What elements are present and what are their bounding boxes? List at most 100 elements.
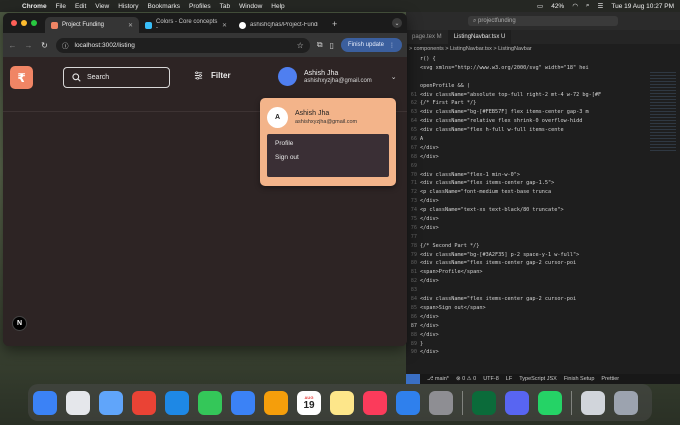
- eol[interactable]: LF: [506, 376, 512, 382]
- language-mode[interactable]: TypeScript JSX: [519, 376, 557, 382]
- code-line[interactable]: 82 </div>: [406, 278, 680, 287]
- code-line[interactable]: openProfile && (: [406, 83, 680, 92]
- reload-button[interactable]: ↻: [40, 41, 49, 50]
- code-line[interactable]: 66 A: [406, 136, 680, 145]
- battery-icon[interactable]: ▭: [537, 2, 543, 10]
- close-window-button[interactable]: [11, 20, 17, 26]
- git-branch[interactable]: ⎇ main*: [427, 376, 449, 382]
- dock-calendar-icon[interactable]: AUG 19: [297, 390, 321, 415]
- dock-chrome-icon[interactable]: [132, 390, 156, 415]
- code-line[interactable]: 61 <div className="absolute top-full rig…: [406, 92, 680, 101]
- dock-whatsapp-icon[interactable]: [538, 390, 562, 415]
- dock-app-store-icon[interactable]: [396, 390, 420, 415]
- menu-bookmarks[interactable]: Bookmarks: [147, 3, 180, 10]
- menu-file[interactable]: File: [56, 3, 66, 10]
- prettier-status[interactable]: Prettier: [601, 376, 619, 382]
- dock-photos-icon[interactable]: [264, 390, 288, 415]
- dock-screenshot-icon[interactable]: [581, 390, 605, 415]
- search-input[interactable]: Search: [63, 67, 170, 88]
- menu-help[interactable]: Help: [271, 3, 284, 10]
- back-button[interactable]: ←: [8, 41, 17, 50]
- user-menu-trigger[interactable]: Ashish Jha ashishxyzjha@gmail.com ⌄: [278, 67, 397, 86]
- encoding[interactable]: UTF-8: [483, 376, 499, 382]
- code-line[interactable]: 89}: [406, 341, 680, 350]
- code-line[interactable]: r() {: [406, 56, 680, 65]
- editor-tab-page[interactable]: page.tex M: [406, 30, 448, 44]
- code-line[interactable]: 86 </div>: [406, 314, 680, 323]
- menu-view[interactable]: View: [95, 3, 109, 10]
- dock-discord-icon[interactable]: [505, 390, 529, 415]
- tab-colors[interactable]: Colors - Core concepts - ✕: [139, 17, 233, 33]
- menu-tab[interactable]: Tab: [220, 3, 230, 10]
- code-line[interactable]: 76 </div>: [406, 225, 680, 234]
- control-center-icon[interactable]: ☰: [598, 2, 604, 10]
- search-icon[interactable]: ⌕: [586, 2, 590, 10]
- filter-button[interactable]: Filter: [194, 71, 231, 80]
- finish-update-button[interactable]: Finish update ⋮: [340, 38, 402, 52]
- code-line[interactable]: 85 <span>Sign out</span>: [406, 305, 680, 314]
- new-tab-button[interactable]: +: [327, 19, 342, 33]
- sign-out-menu-item[interactable]: Sign out: [275, 154, 381, 161]
- more-options-icon[interactable]: ⋮: [389, 42, 395, 49]
- wifi-icon[interactable]: ◠: [572, 2, 578, 10]
- tab-project-funding[interactable]: Project Funding ✕: [45, 17, 139, 33]
- dock-messages-icon[interactable]: [198, 390, 222, 415]
- menu-history[interactable]: History: [118, 3, 138, 10]
- dock-music-icon[interactable]: [363, 390, 387, 415]
- tab-github[interactable]: ashishcjhas/Project-Fundi: [233, 17, 327, 33]
- rupee-logo-icon[interactable]: ₹: [10, 66, 33, 89]
- close-tab-icon[interactable]: ✕: [222, 22, 227, 29]
- code-line[interactable]: 72 <p className="font-medium text-base t…: [406, 189, 680, 198]
- code-line[interactable]: 81 <span>Profile</span>: [406, 269, 680, 278]
- dock-vs-code-icon[interactable]: [165, 390, 189, 415]
- code-line[interactable]: <svg xmlns="http://www.w3.org/2000/svg" …: [406, 65, 680, 74]
- site-info-icon[interactable]: ⓘ: [62, 40, 69, 50]
- dock-finder-icon[interactable]: [33, 390, 57, 415]
- code-line[interactable]: 90 </div>: [406, 349, 680, 358]
- dock-launchpad-icon[interactable]: [66, 390, 90, 415]
- code-line[interactable]: 68 </div>: [406, 154, 680, 163]
- dock-safari-icon[interactable]: [99, 390, 123, 415]
- code-line[interactable]: 88 </div>: [406, 332, 680, 341]
- menu-window[interactable]: Window: [239, 3, 262, 10]
- code-line[interactable]: 62 {/* First Part */}: [406, 100, 680, 109]
- code-line[interactable]: 75 </div>: [406, 216, 680, 225]
- forward-button[interactable]: →: [24, 41, 33, 50]
- code-line[interactable]: 64 <div className="relative flex shrink-…: [406, 118, 680, 127]
- code-line[interactable]: 70 <div className="flex-1 min-w-0">: [406, 172, 680, 181]
- zoom-window-button[interactable]: [31, 20, 37, 26]
- code-line[interactable]: 71 <div className="flex items-center gap…: [406, 180, 680, 189]
- close-tab-icon[interactable]: ✕: [128, 22, 133, 29]
- problems-count[interactable]: ⊗ 0 ⚠ 0: [456, 376, 476, 382]
- tab-search-button[interactable]: ⌄: [392, 18, 402, 28]
- minimize-window-button[interactable]: [21, 20, 27, 26]
- dock-system-settings-icon[interactable]: [429, 390, 453, 415]
- profile-menu-item[interactable]: Profile: [275, 140, 381, 147]
- code-line[interactable]: 63 <div className="bg-[#FEB57F] flex ite…: [406, 109, 680, 118]
- code-line[interactable]: [406, 74, 680, 83]
- menu-app-name[interactable]: Chrome: [22, 3, 47, 10]
- code-line[interactable]: 74 <p className="text-xs text-black/80 t…: [406, 207, 680, 216]
- code-line[interactable]: 65 <div className="flex h-full w-full it…: [406, 127, 680, 136]
- code-line[interactable]: 80 <div className="flex items-center gap…: [406, 260, 680, 269]
- remote-indicator[interactable]: [406, 374, 420, 384]
- code-line[interactable]: 79 <div className="bg-[#3A2F35] p-2 spac…: [406, 252, 680, 261]
- code-line[interactable]: 83: [406, 287, 680, 296]
- code-line[interactable]: 69: [406, 163, 680, 172]
- dock-trash-icon[interactable]: [614, 390, 638, 415]
- address-bar[interactable]: ⓘ localhost:3002/listing ☆: [56, 37, 310, 53]
- editor-tab-listing-navbar[interactable]: ListingNavbar.tsx U: [447, 30, 512, 44]
- menu-edit[interactable]: Edit: [75, 3, 86, 10]
- dock-mongodb-compass-icon[interactable]: [472, 390, 496, 415]
- code-area[interactable]: r() { <svg xmlns="http://www.w3.org/2000…: [406, 54, 680, 358]
- code-line[interactable]: 73 </div>: [406, 198, 680, 207]
- menu-profiles[interactable]: Profiles: [189, 3, 211, 10]
- sidebar-icon[interactable]: ▯: [330, 41, 334, 50]
- code-line[interactable]: 77: [406, 234, 680, 243]
- dock-notes-icon[interactable]: [330, 390, 354, 415]
- minimap[interactable]: [650, 72, 676, 152]
- code-line[interactable]: 67 </div>: [406, 145, 680, 154]
- nextjs-dev-badge[interactable]: N: [12, 316, 27, 331]
- code-line[interactable]: 78 {/* Second Part */}: [406, 243, 680, 252]
- editor-search[interactable]: ⌕ projectfunding: [468, 16, 618, 26]
